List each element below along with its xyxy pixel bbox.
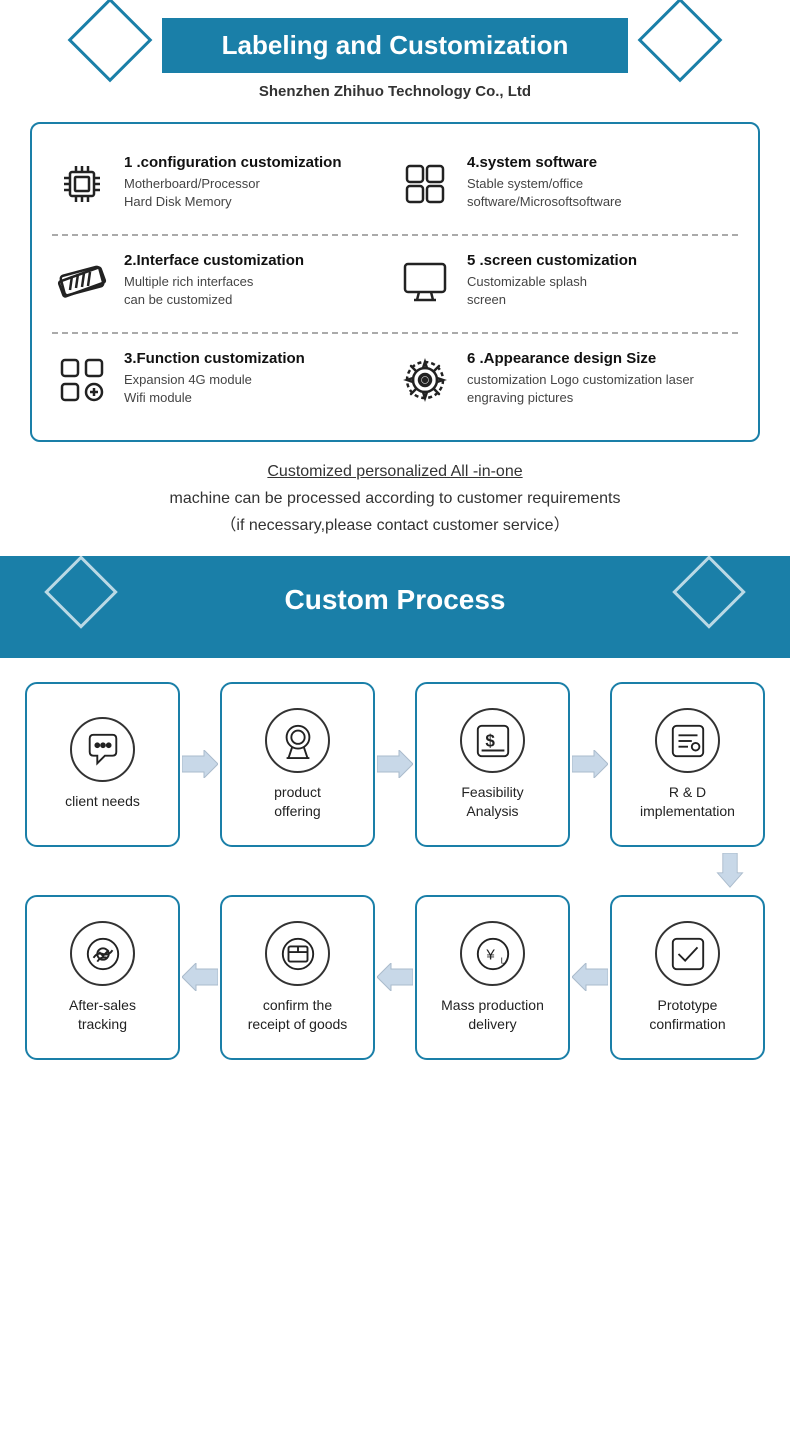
custom-desc-interface: Multiple rich interfacescan be customize…: [124, 273, 395, 309]
yen-icon: ¥ L: [460, 921, 525, 986]
custom-text-system: 4.system software Stable system/office s…: [467, 154, 738, 211]
custom-title-system: 4.system software: [467, 154, 738, 171]
custom-text-config: 1 .configuration customization Motherboa…: [124, 154, 395, 211]
custom-desc-appearance: customization Logo customization laser e…: [467, 371, 738, 407]
arrow-left-3: [570, 963, 610, 991]
rd-label: R & Dimplementation: [640, 783, 735, 819]
desc-line3: （if necessary,please contact customer se…: [220, 517, 569, 534]
svg-text:L: L: [500, 955, 505, 965]
header-title: Labeling and Customization: [162, 18, 629, 73]
custom-row-2: 2.Interface customization Multiple rich …: [52, 234, 738, 324]
check-icon: [655, 921, 720, 986]
monitor-icon: [395, 252, 455, 312]
handshake-icon: [70, 921, 135, 986]
arrow-1: [180, 750, 220, 778]
custom-item-screen: 5 .screen customization Customizable spl…: [395, 252, 738, 312]
description-text: Customized personalized All -in-one mach…: [30, 458, 760, 540]
custom-row-1: 1 .configuration customization Motherboa…: [52, 142, 738, 226]
header-subtitle: Shenzhen Zhihuo Technology Co., Ltd: [259, 83, 531, 100]
arrow-left-2: [375, 963, 415, 991]
svg-text:$: $: [485, 732, 495, 751]
process-card-mass-production: ¥ L Mass productiondelivery: [415, 895, 570, 1060]
header-diamond-right: [638, 0, 723, 82]
mass-production-label: Mass productiondelivery: [441, 996, 544, 1032]
custom-text-function: 3.Function customization Expansion 4G mo…: [124, 350, 395, 407]
custom-title-screen: 5 .screen customization: [467, 252, 738, 269]
custom-row-3: 3.Function customization Expansion 4G mo…: [52, 332, 738, 422]
down-arrow: [20, 853, 770, 889]
custom-desc-config: Motherboard/ProcessorHard Disk Memory: [124, 175, 395, 211]
custom-item-config: 1 .configuration customization Motherboa…: [52, 154, 395, 214]
header-section: Labeling and Customization Shenzhen Zhih…: [0, 0, 790, 108]
process-card-product: productoffering: [220, 682, 375, 847]
cpu-icon: [52, 154, 112, 214]
feasibility-label: FeasibilityAnalysis: [461, 783, 523, 819]
arrow-left-1: [180, 963, 220, 991]
custom-item-interface: 2.Interface customization Multiple rich …: [52, 252, 395, 312]
custom-desc-screen: Customizable splashscreen: [467, 273, 738, 309]
desc-line1: Customized personalized All -in-one: [267, 463, 522, 480]
custom-title-appearance: 6 .Appearance design Size: [467, 350, 738, 367]
box-icon: [265, 921, 330, 986]
custom-title-function: 3.Function customization: [124, 350, 395, 367]
process-section: Custom Process: [0, 556, 790, 658]
arrow-3: [570, 750, 610, 778]
custom-item-function: 3.Function customization Expansion 4G mo…: [52, 350, 395, 410]
function-icon: [52, 350, 112, 410]
header-diamond-left: [68, 0, 153, 82]
process-diamond-left: [44, 555, 118, 629]
customization-box: 1 .configuration customization Motherboa…: [30, 122, 760, 442]
process-card-rd: R & Dimplementation: [610, 682, 765, 847]
custom-desc-system: Stable system/office software/Microsofts…: [467, 175, 738, 211]
client-label: client needs: [65, 792, 140, 810]
process-row-1: client needs productoffering: [20, 682, 770, 847]
custom-text-appearance: 6 .Appearance design Size customization …: [467, 350, 738, 407]
product-label: productoffering: [274, 783, 321, 819]
process-row-2: After-salestracking confirm thereceipt o…: [20, 895, 770, 1060]
chat-icon: [70, 717, 135, 782]
custom-desc-function: Expansion 4G moduleWifi module: [124, 371, 395, 407]
process-card-confirm-receipt: confirm thereceipt of goods: [220, 895, 375, 1060]
rd-icon: [655, 708, 720, 773]
custom-item-system: 4.system software Stable system/office s…: [395, 154, 738, 214]
custom-text-screen: 5 .screen customization Customizable spl…: [467, 252, 738, 309]
analysis-icon: $: [460, 708, 525, 773]
process-title: Custom Process: [225, 570, 566, 630]
custom-item-appearance: 6 .Appearance design Size customization …: [395, 350, 738, 410]
memory-icon: [52, 252, 112, 312]
confirm-receipt-label: confirm thereceipt of goods: [248, 996, 348, 1032]
prototype-label: Prototypeconfirmation: [649, 996, 725, 1032]
desc-line2: machine can be processed according to cu…: [170, 490, 621, 507]
custom-title-interface: 2.Interface customization: [124, 252, 395, 269]
process-diamond-right: [672, 555, 746, 629]
apps-icon: [395, 154, 455, 214]
process-card-feasibility: $ FeasibilityAnalysis: [415, 682, 570, 847]
process-card-client: client needs: [25, 682, 180, 847]
arrow-2: [375, 750, 415, 778]
award-icon: [265, 708, 330, 773]
svg-text:¥: ¥: [485, 947, 495, 964]
custom-title-config: 1 .configuration customization: [124, 154, 395, 171]
custom-text-interface: 2.Interface customization Multiple rich …: [124, 252, 395, 309]
process-card-prototype: Prototypeconfirmation: [610, 895, 765, 1060]
process-card-aftersales: After-salestracking: [25, 895, 180, 1060]
aftersales-label: After-salestracking: [69, 996, 136, 1032]
gear-icon: [395, 350, 455, 410]
process-flow: client needs productoffering: [0, 658, 790, 1084]
